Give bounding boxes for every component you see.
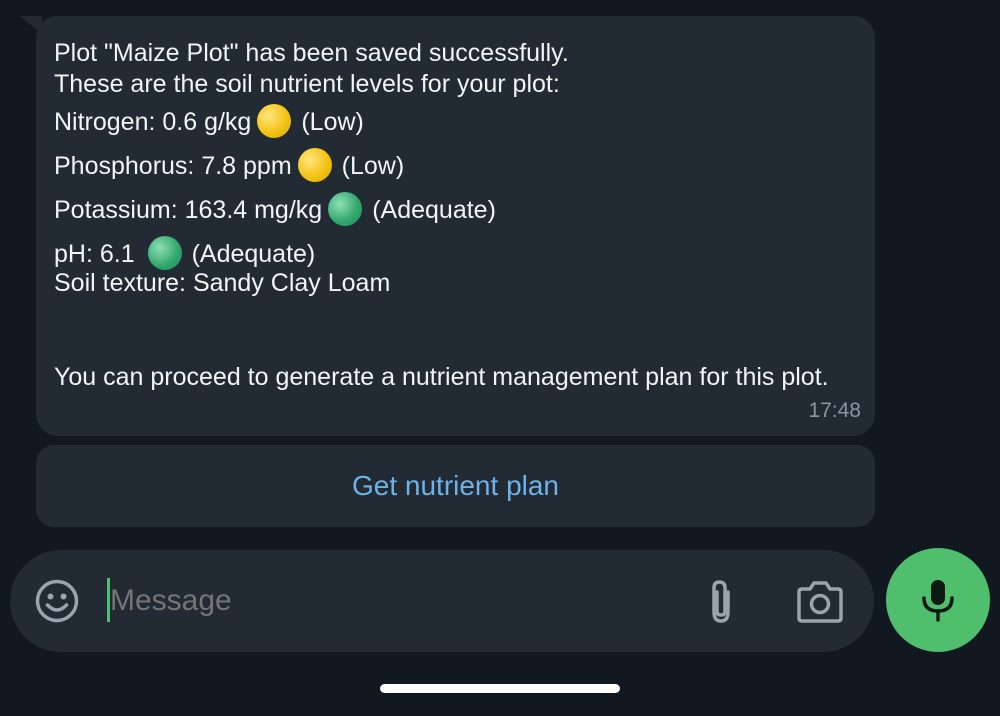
nutrient-status: (Adequate) <box>372 196 496 224</box>
camera-icon[interactable] <box>795 580 845 624</box>
yellow-circle-icon <box>297 148 332 183</box>
get-nutrient-plan-label: Get nutrient plan <box>351 470 560 501</box>
get-nutrient-plan-button[interactable]: Get nutrient plan <box>36 445 875 527</box>
chat-screen: Plot "Maize Plot" has been saved success… <box>0 0 1000 716</box>
message-line-saved: Plot "Maize Plot" has been saved success… <box>54 39 569 67</box>
nutrient-label: Potassium: 163.4 mg/kg <box>54 196 323 224</box>
nutrient-label: Nitrogen: 0.6 g/kg <box>54 108 252 136</box>
message-footer: You can proceed to generate a nutrient m… <box>54 363 829 391</box>
soil-texture-line: Soil texture: Sandy Clay Loam <box>54 269 391 297</box>
green-circle-icon <box>328 192 363 227</box>
microphone-icon <box>922 580 954 622</box>
home-indicator[interactable] <box>380 684 620 693</box>
microphone-button[interactable] <box>886 548 990 652</box>
message-timestamp: 17:48 <box>808 399 861 422</box>
message-composer <box>10 550 874 652</box>
yellow-circle-icon <box>257 104 292 139</box>
message-bubble[interactable]: Plot "Maize Plot" has been saved success… <box>36 16 875 436</box>
nutrient-row-potassium: Potassium: 163.4 mg/kg (Adequate) <box>54 188 857 232</box>
nutrient-label: Phosphorus: 7.8 ppm <box>54 152 292 180</box>
message-input[interactable] <box>110 576 670 626</box>
nutrient-row-phosphorus: Phosphorus: 7.8 ppm (Low) <box>54 144 857 188</box>
green-circle-icon <box>147 236 182 271</box>
nutrient-status: (Low) <box>301 108 364 136</box>
nutrient-label: pH: 6.1 <box>54 240 142 268</box>
paperclip-icon[interactable] <box>704 578 738 626</box>
message-line-intro: These are the soil nutrient levels for y… <box>54 70 560 98</box>
smiley-icon[interactable] <box>34 578 80 624</box>
nutrient-status: (Low) <box>341 152 405 180</box>
nutrient-row-nitrogen: Nitrogen: 0.6 g/kg (Low) <box>54 100 857 144</box>
nutrient-status: (Adequate) <box>191 240 316 268</box>
